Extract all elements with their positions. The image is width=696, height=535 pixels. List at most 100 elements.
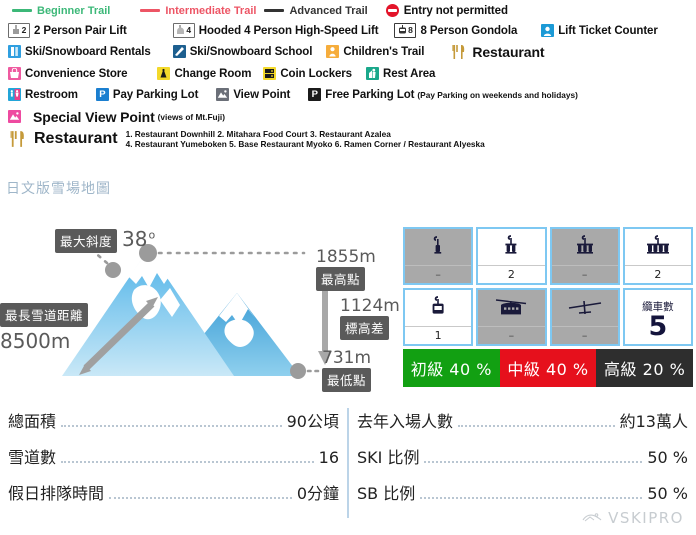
legend-note: (views of Mt.Fuji) [157,111,225,122]
legend-item-restaurant: Restaurant [450,42,545,61]
hooded-lift-icon: 4 [172,23,195,38]
ski-school-icon [172,45,186,58]
legend-item-intermediate-trail: Intermediate Trail [140,5,256,17]
ski-rental-icon [8,45,21,58]
legend-item-hooded-lift: 4 Hooded 4 Person High-Speed Lift [172,23,379,38]
legend-label: Convenience Store [25,67,128,80]
legend-row-lifts: 2 2 Person Pair Lift 4 Hooded 4 Person H… [8,21,658,40]
longest-run-value: 8500m [0,329,71,353]
stat-value: 50 % [647,448,688,467]
stat-key: 總面積 [8,412,57,431]
dot-leader [109,496,292,499]
legend-label: Hooded 4 Person High-Speed Lift [198,24,379,37]
legend-label: Pay Parking Lot [112,88,199,101]
map-legend: Beginner Trail Intermediate Trail Advanc… [0,0,696,160]
ticket-counter-icon [541,24,555,37]
base-label: 731m 最低點 [322,348,372,392]
dot-leader [61,460,314,463]
max-slope-label: 最大斜度 38o [55,227,155,253]
legend-item-ski-school: Ski/Snowboard School [172,45,312,58]
dot-leader [61,424,282,427]
lift-cell-ropeway-tram: – [476,288,547,346]
lift-total-value: 5 [648,310,668,342]
stat-value: 16 [318,448,339,467]
vertical-drop-value: 1124m [340,296,400,316]
stat-value: 50 % [647,484,688,503]
legend-row-trails: Beginner Trail Intermediate Trail Advanc… [12,1,508,20]
max-slope-unit: o [148,228,156,242]
legend-item-ticket-counter: Lift Ticket Counter [541,24,658,37]
legend-label: Children's Trail [343,45,425,58]
convenience-store-icon [8,67,21,80]
stat-key: SKI 比例 [357,448,420,467]
lift-total-cell: 纜車數 5 [622,288,693,346]
legend-item-pay-parking: P Pay Parking Lot [95,88,199,101]
resort-stats-table: 總面積 90公頃 雪道數 16 假日排隊時間 0分鐘 去年入場人數 約13萬人 … [0,408,696,518]
stat-row: 假日排隊時間 0分鐘 [8,480,339,516]
legend-item-ski-rentals: Ski/Snowboard Rentals [8,45,151,58]
legend-row-special-view: Special View Point (views of Mt.Fuji) [8,107,225,126]
vertical-drop-chip: 標高差 [340,315,390,340]
legend-item-special-view-point: Special View Point (views of Mt.Fuji) [8,109,225,125]
lift-cell-surface-tow: – [549,288,620,346]
restroom-icon [8,88,21,101]
legend-label: 8 Person Gondola [420,24,518,37]
legend-item-restroom: Restroom [8,88,78,101]
difficulty-segment-intermediate: 中級 40 % [499,349,597,387]
legend-label: Free Parking Lot [325,88,415,101]
free-parking-icon: P [308,88,322,101]
legend-item-entry-not-permitted: Entry not permitted [385,4,508,17]
legend-label: Advanced Trail [289,4,368,17]
stat-key: 假日排隊時間 [8,484,105,503]
difficulty-segment-advanced: 高級 20 % [596,349,694,387]
watermark: VSKIPRO [581,509,684,527]
lift-cell-triple-chair: – [549,227,620,285]
legend-item-advanced-trail: Advanced Trail [264,4,368,17]
legend-label: Intermediate Trail [165,4,257,17]
difficulty-breakdown-bar: 初級 40 % 中級 40 % 高級 20 % [403,349,694,387]
stat-key: SB 比例 [357,484,416,503]
no-entry-icon [385,4,399,17]
vertical-drop-label: 1124m 標高差 [340,297,400,340]
change-room-icon [157,67,171,80]
base-value: 731m [322,348,372,368]
watermark-text: VSKIPRO [608,509,684,527]
longest-run-chip: 最長雪道距離 [0,303,89,327]
legend-item-change-room: Change Room [157,67,251,80]
legend-label: Special View Point [33,108,155,125]
gondola-icon: 8 [394,23,417,38]
restaurant-icon [450,42,469,61]
single-chair-lift-icon [405,229,471,265]
legend-label: Lift Ticket Counter [558,24,658,37]
special-view-point-icon [8,110,21,123]
legend-label: Restaurant [34,130,118,147]
ropeway-tram-icon [478,290,544,326]
legend-label: Rest Area [382,67,436,80]
stat-key: 去年入場人數 [357,412,454,431]
legend-label: View Point [233,88,291,101]
legend-label: Beginner Trail [37,4,111,17]
stat-key: 雪道數 [8,448,57,467]
gondola-badge: 8 [408,25,413,36]
stat-row: 去年入場人數 約13萬人 [357,408,688,444]
hooded-lift-badge: 4 [186,25,192,36]
vskipro-logo-icon [582,513,602,522]
max-slope-value: 38 [122,227,148,251]
stats-column-left: 總面積 90公頃 雪道數 16 假日排隊時間 0分鐘 [0,408,347,518]
legend-note: (Pay Parking on weekends and holidays) [417,89,578,100]
gondola-cabin-icon [405,290,471,326]
max-slope-chip: 最大斜度 [55,229,118,253]
stat-row: 總面積 90公頃 [8,408,339,444]
legend-item-gondola: 8 8 Person Gondola [394,23,517,38]
lift-cell-gondola-cabin: 1 [403,288,474,346]
lift-count: 1 [405,326,472,344]
quad-chair-lift-icon [625,229,691,265]
pair-lift-icon: 2 [8,23,30,38]
legend-row-facilities: Convenience Store Change Room Coin Locke… [8,64,435,83]
rest-area-icon [365,67,379,80]
legend-label: Entry not permitted [403,4,508,17]
line-swatch-black-icon [264,9,285,12]
legend-label: Restaurant [472,43,545,60]
restaurant-icon [8,128,28,150]
legend-row-services: Ski/Snowboard Rentals Ski/Snowboard Scho… [8,42,545,61]
